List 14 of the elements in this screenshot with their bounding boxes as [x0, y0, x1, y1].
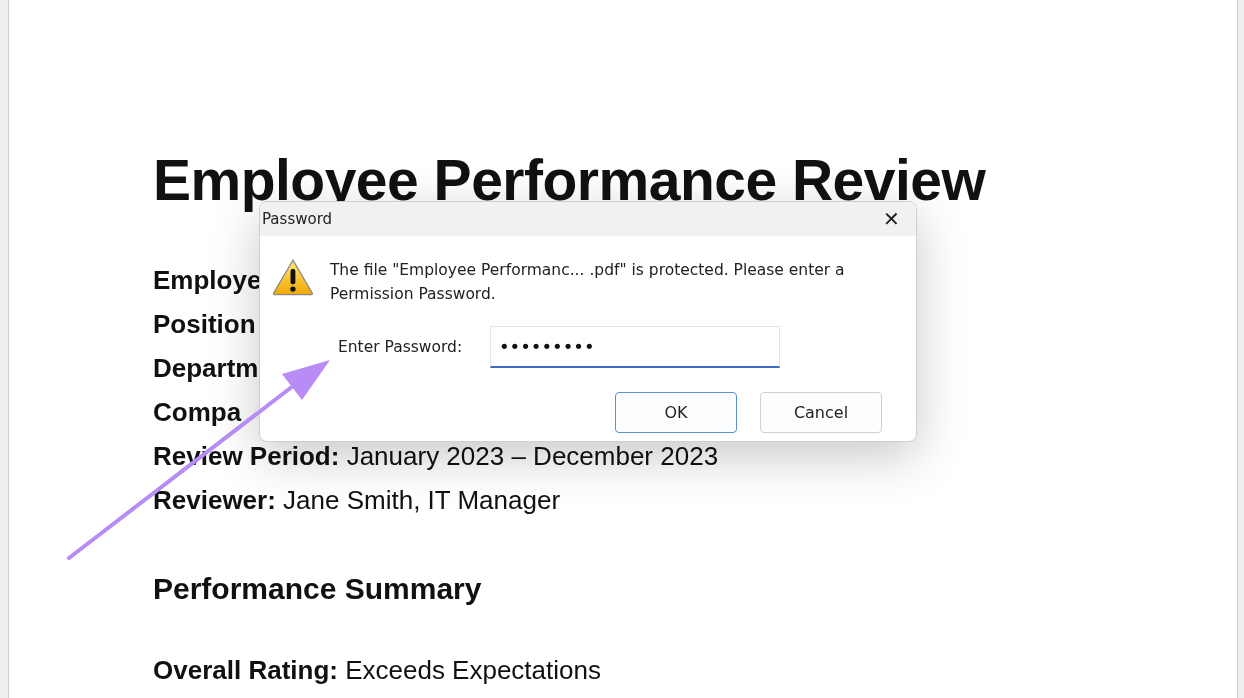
document-field: Compa	[153, 390, 242, 434]
dialog-title: Password	[262, 210, 333, 228]
document-field: Reviewer: Jane Smith, IT Manager	[153, 478, 561, 522]
section-heading: Performance Summary	[153, 571, 483, 607]
document-field: Departm	[153, 346, 259, 390]
password-label: Enter Password:	[338, 338, 464, 356]
dialog-button[interactable]: OK	[615, 392, 737, 433]
dialog-message: The file "Employee Performanc... .pdf" is protected. Please enter a Permission Password.	[329, 260, 846, 305]
document-field: Overall Rating: Exceeds Expectations	[153, 648, 601, 692]
document-field: Position	[153, 302, 256, 346]
document-field: Employe	[153, 258, 262, 302]
password-field[interactable]: •••••••••	[490, 326, 780, 368]
dialog-button[interactable]: Cancel	[760, 392, 882, 433]
close-button[interactable]: ✕	[879, 207, 904, 231]
